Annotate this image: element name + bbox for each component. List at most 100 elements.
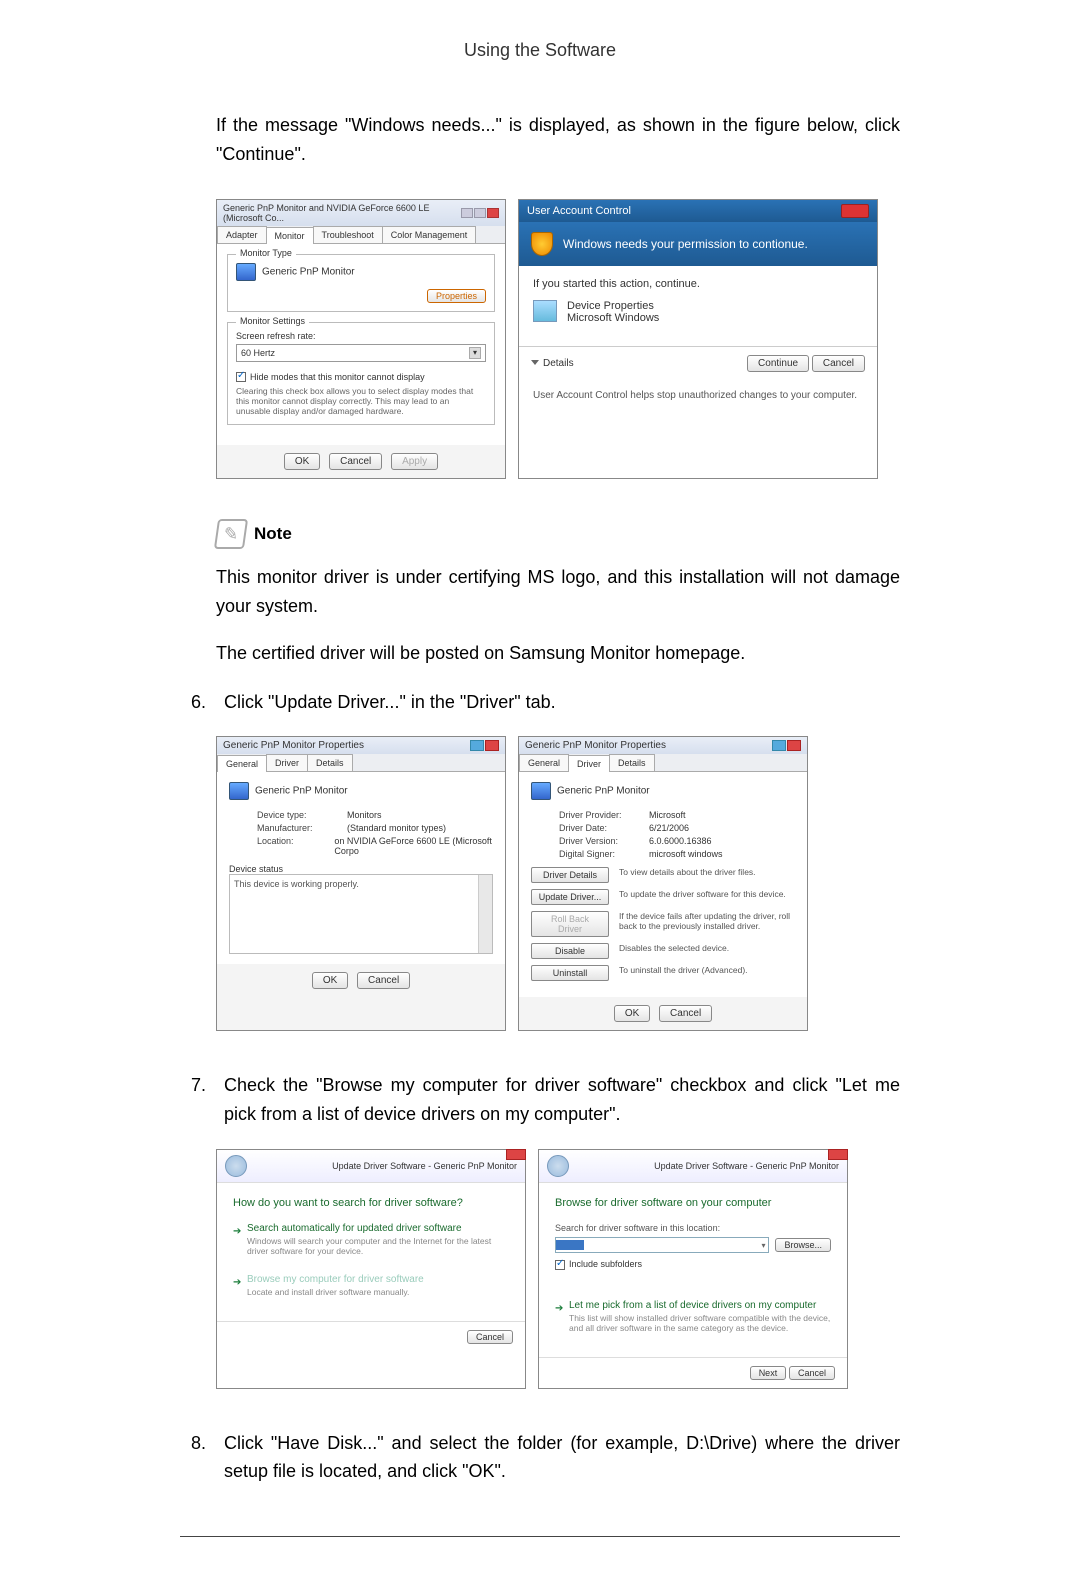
help-icon[interactable] xyxy=(772,740,786,751)
browse-button[interactable]: Browse... xyxy=(775,1238,831,1252)
uac-if-started: If you started this action, continue. xyxy=(533,278,863,290)
page-header: Using the Software xyxy=(180,40,900,61)
tab-details[interactable]: Details xyxy=(307,754,353,771)
update-driver-button[interactable]: Update Driver... xyxy=(531,889,609,905)
rollback-driver-desc: If the device fails after updating the d… xyxy=(619,911,795,931)
tab-driver[interactable]: Driver xyxy=(568,755,610,772)
continue-button[interactable]: Continue xyxy=(747,355,809,372)
step-number: 6. xyxy=(180,688,206,717)
next-button[interactable]: Next xyxy=(750,1366,787,1380)
option-title: Search automatically for updated driver … xyxy=(247,1223,509,1234)
uac-title: User Account Control xyxy=(527,205,631,217)
properties-button[interactable]: Properties xyxy=(427,289,486,303)
cancel-button[interactable]: Cancel xyxy=(329,453,382,470)
close-icon[interactable] xyxy=(506,1149,526,1160)
disable-desc: Disables the selected device. xyxy=(619,943,795,953)
close-icon[interactable] xyxy=(787,740,801,751)
driver-details-button[interactable]: Driver Details xyxy=(531,867,609,883)
step-number: 7. xyxy=(180,1071,206,1129)
uac-titlebar: User Account Control xyxy=(519,200,877,222)
tab-troubleshoot[interactable]: Troubleshoot xyxy=(313,226,383,243)
details-toggle[interactable]: Details xyxy=(531,358,574,369)
uninstall-button[interactable]: Uninstall xyxy=(531,965,609,981)
location-label: Location: xyxy=(257,836,334,856)
figure-row-3: Update Driver Software - Generic PnP Mon… xyxy=(216,1149,900,1389)
digital-signer-value: microsoft windows xyxy=(649,849,723,859)
back-button-icon[interactable] xyxy=(225,1155,247,1177)
option-desc: Windows will search your computer and th… xyxy=(247,1236,509,1256)
dialog3-title: Generic PnP Monitor Properties xyxy=(223,740,364,751)
uac-publisher: Microsoft Windows xyxy=(567,312,659,324)
chevron-down-icon xyxy=(531,360,539,365)
device-status-label: Device status xyxy=(229,864,493,874)
update-driver-desc: To update the driver software for this d… xyxy=(619,889,795,899)
option-let-me-pick[interactable]: ➔ Let me pick from a list of device driv… xyxy=(555,1300,831,1333)
tab-general[interactable]: General xyxy=(217,755,267,772)
cancel-button[interactable]: Cancel xyxy=(659,1005,712,1022)
apply-button[interactable]: Apply xyxy=(391,453,438,470)
option-search-auto[interactable]: ➔ Search automatically for updated drive… xyxy=(233,1223,509,1256)
uac-banner-text: Windows needs your permission to contion… xyxy=(563,237,808,251)
cancel-button[interactable]: Cancel xyxy=(789,1366,835,1380)
close-icon[interactable] xyxy=(828,1149,848,1160)
tab-general[interactable]: General xyxy=(519,754,569,771)
note-paragraph-2: The certified driver will be posted on S… xyxy=(216,639,900,668)
cancel-button[interactable]: Cancel xyxy=(357,972,410,989)
tab-details[interactable]: Details xyxy=(609,754,655,771)
step-8: 8. Click "Have Disk..." and select the f… xyxy=(180,1429,900,1487)
monitor-icon xyxy=(236,263,256,281)
arrow-icon: ➔ xyxy=(233,1277,241,1288)
driver-version-label: Driver Version: xyxy=(559,836,649,846)
ok-button[interactable]: OK xyxy=(284,453,320,470)
close-icon[interactable] xyxy=(841,204,869,218)
minimize-icon[interactable] xyxy=(461,208,473,218)
uninstall-desc: To uninstall the driver (Advanced). xyxy=(619,965,795,975)
tab-monitor[interactable]: Monitor xyxy=(266,227,314,244)
tab-driver[interactable]: Driver xyxy=(266,754,308,771)
cancel-button[interactable]: Cancel xyxy=(467,1330,513,1344)
figure-row-2: Generic PnP Monitor Properties General D… xyxy=(216,736,900,1031)
monitor-settings-group: Monitor Settings Screen refresh rate: 60… xyxy=(227,322,495,426)
include-subfolders-checkbox[interactable] xyxy=(555,1260,565,1270)
wizard-heading: How do you want to search for driver sof… xyxy=(233,1197,509,1209)
device-status-text: This device is working properly. xyxy=(234,879,359,889)
close-icon[interactable] xyxy=(487,208,499,218)
monitor-properties-dialog: Generic PnP Monitor and NVIDIA GeForce 6… xyxy=(216,199,506,480)
maximize-icon[interactable] xyxy=(474,208,486,218)
ok-button[interactable]: OK xyxy=(614,1005,650,1022)
help-icon[interactable] xyxy=(470,740,484,751)
wizard-heading: Browse for driver software on your compu… xyxy=(555,1197,831,1209)
chevron-down-icon[interactable]: ▾ xyxy=(758,1241,768,1250)
manufacturer-label: Manufacturer: xyxy=(257,823,347,833)
location-value: on NVIDIA GeForce 6600 LE (Microsoft Cor… xyxy=(334,836,493,856)
tab-color-management[interactable]: Color Management xyxy=(382,226,477,243)
update-driver-wizard-browse: Update Driver Software - Generic PnP Mon… xyxy=(538,1149,848,1389)
ok-button[interactable]: OK xyxy=(312,972,348,989)
dialog4-monitor-name: Generic PnP Monitor xyxy=(557,786,650,797)
step-text: Click "Have Disk..." and select the fold… xyxy=(224,1429,900,1487)
disable-button[interactable]: Disable xyxy=(531,943,609,959)
back-button-icon[interactable] xyxy=(547,1155,569,1177)
option-browse-computer[interactable]: ➔ Browse my computer for driver software… xyxy=(233,1274,509,1297)
option-title: Let me pick from a list of device driver… xyxy=(569,1300,831,1311)
tab-adapter[interactable]: Adapter xyxy=(217,226,267,243)
wizard-breadcrumb: Update Driver Software - Generic PnP Mon… xyxy=(332,1161,517,1171)
hide-modes-checkbox[interactable] xyxy=(236,372,246,382)
uac-program-name: Device Properties xyxy=(567,300,659,312)
scrollbar[interactable] xyxy=(478,875,492,953)
driver-version-value: 6.0.6000.16386 xyxy=(649,836,712,846)
rollback-driver-button[interactable]: Roll Back Driver xyxy=(531,911,609,937)
refresh-rate-select[interactable]: 60 Hertz ▾ xyxy=(236,344,486,362)
monitor-settings-label: Monitor Settings xyxy=(236,316,309,326)
step-text: Check the "Browse my computer for driver… xyxy=(224,1071,900,1129)
driver-properties-general-dialog: Generic PnP Monitor Properties General D… xyxy=(216,736,506,1031)
device-type-value: Monitors xyxy=(347,810,382,820)
option-desc: This list will show installed driver sof… xyxy=(569,1313,831,1333)
note-heading: Note xyxy=(254,524,292,544)
arrow-icon: ➔ xyxy=(233,1226,241,1237)
location-input[interactable]: ▾ xyxy=(555,1237,769,1253)
option-title: Browse my computer for driver software xyxy=(247,1274,509,1285)
wizard-breadcrumb: Update Driver Software - Generic PnP Mon… xyxy=(654,1161,839,1171)
close-icon[interactable] xyxy=(485,740,499,751)
cancel-button[interactable]: Cancel xyxy=(812,355,865,372)
